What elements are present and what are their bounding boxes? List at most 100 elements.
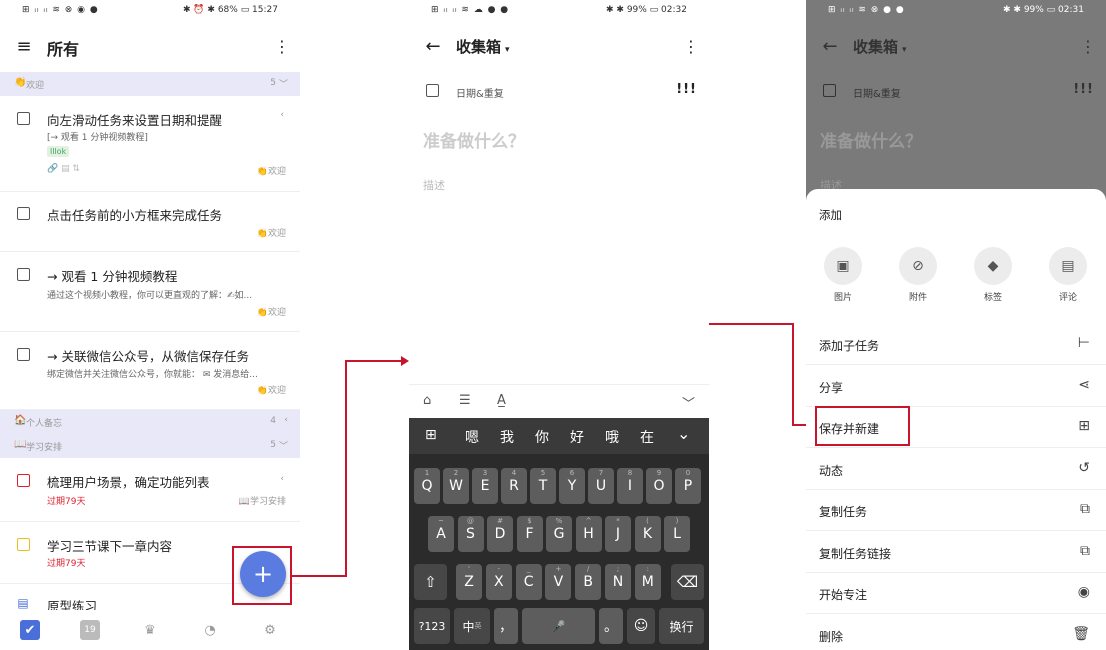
key-alt-label: 8 [627, 469, 633, 477]
key-m[interactable]: :M [634, 564, 661, 600]
key-p[interactable]: 0P [675, 468, 701, 504]
key-y[interactable]: 6Y [559, 468, 585, 504]
key-o[interactable]: 9O [646, 468, 672, 504]
enter-key[interactable]: 换行 [659, 608, 704, 644]
key-i[interactable]: 8I [617, 468, 643, 504]
key-r[interactable]: 4R [501, 468, 527, 504]
hide-keyboard-icon[interactable]: ⌄ [677, 424, 690, 443]
key-b[interactable]: / B [575, 564, 602, 600]
key-l[interactable]: ) L [664, 516, 690, 552]
task-subtitle: [→ 观看 1 分钟视频教程] [47, 133, 148, 143]
menu-item[interactable]: 删除 🗑 [806, 615, 1106, 650]
text-format-icon[interactable]: A̲ [497, 393, 506, 408]
menu-item[interactable]: 添加子任务 ⊢ [806, 324, 1106, 365]
task-checkbox[interactable] [17, 474, 30, 487]
comment-icon[interactable]: ▤ [1049, 247, 1087, 285]
attachment-icon[interactable]: ⊘ [899, 247, 937, 285]
date-repeat-row[interactable]: 日期&重复 !!! [409, 78, 709, 104]
tab-settings-icon[interactable]: ⚙ [260, 620, 280, 640]
list-name: 收集箱 [456, 38, 502, 56]
tab-clock-icon[interactable]: ◔ [200, 620, 220, 640]
task-description-input[interactable]: 描述 [423, 177, 445, 193]
key-t[interactable]: 5T [530, 468, 556, 504]
task-row[interactable]: → 观看 1 分钟视频教程 通过这个视频小教程，你可以更直观的了解：✍如... … [0, 252, 300, 332]
key-f[interactable]: $ F [516, 516, 543, 552]
section-header-study-plan[interactable]: 📖 学习安排 5 ﹀ [0, 434, 300, 458]
key-a[interactable]: ~ A [428, 516, 454, 552]
key-w[interactable]: 2W [443, 468, 469, 504]
more-options-icon[interactable]: ⋮ [274, 36, 290, 56]
priority-icon[interactable]: !!! [676, 82, 697, 97]
candidate-word[interactable]: 嗯 [465, 427, 479, 447]
chevron-left-icon: ‹ [284, 415, 288, 425]
keyboard-grid-icon[interactable]: ⊞ [425, 427, 437, 443]
candidate-word[interactable]: 我 [500, 427, 514, 447]
task-title-input[interactable]: 准备做什么？ [423, 127, 525, 152]
candidate-word[interactable]: 在 [640, 427, 654, 447]
key-j[interactable]: * J [605, 516, 631, 552]
shift-key[interactable]: ⇧ [414, 564, 447, 600]
task-checkbox[interactable] [17, 268, 30, 281]
list-format-icon[interactable]: ☰ [459, 393, 471, 408]
tag-icon[interactable]: ◆ [974, 247, 1012, 285]
language-switch-key[interactable]: 中英 [454, 608, 490, 644]
key-u[interactable]: 7U [588, 468, 614, 504]
key-label: U [595, 478, 607, 494]
hamburger-menu-icon[interactable]: ≡ [14, 36, 34, 57]
chevron-down-icon: ﹀ [278, 442, 288, 452]
dimmed-background[interactable]: ⊞ ᵢₗ ᵢₗ ≋ ⊗ ● ● ✱ ✱ 99% ▭ 02:31 ← 收集箱 ▾ ⋮… [806, 0, 1106, 200]
key-x[interactable]: -X [485, 564, 512, 600]
space-key[interactable]: 🎤 [522, 608, 595, 644]
menu-item[interactable]: 分享 ⋖ [806, 366, 1106, 407]
key-k[interactable]: (K [634, 516, 661, 552]
key-h[interactable]: ^ H [575, 516, 602, 552]
candidate-word[interactable]: 你 [535, 427, 549, 447]
key-g[interactable]: % G [546, 516, 572, 552]
task-row[interactable]: 梳理用户场景，确定功能列表 过期79天 ‹ 📖学习安排 [0, 460, 300, 522]
task-row[interactable]: 点击任务前的小方框来完成任务 👏欢迎 [0, 192, 300, 252]
key-v[interactable]: + V [545, 564, 572, 600]
key-q[interactable]: 1Q [414, 468, 440, 504]
task-row[interactable]: → 关联微信公众号，从微信保存任务 绑定微信并关注微信公众号，你就能： ✉ 发消… [0, 332, 300, 410]
tab-tasks-icon[interactable]: ✔ [20, 620, 40, 640]
task-checkbox[interactable] [17, 538, 30, 551]
task-checkbox[interactable] [426, 84, 439, 97]
list-selector[interactable]: 收集箱 ▾ [456, 36, 510, 57]
key-d[interactable]: # D [487, 516, 513, 552]
collapse-toolbar-icon[interactable]: ﹀ [682, 393, 695, 412]
key-e[interactable]: 3E [472, 468, 498, 504]
tab-calendar-icon[interactable]: 19 [80, 620, 100, 640]
task-row[interactable]: 向左滑动任务来设置日期和提醒 [→ 观看 1 分钟视频教程] lllok 🔗 ▤… [0, 96, 300, 192]
menu-item[interactable]: 动态 ↺ [806, 449, 1106, 490]
task-checkbox[interactable] [17, 207, 30, 220]
numeric-mode-key[interactable]: ?123 [414, 608, 450, 644]
back-arrow-icon[interactable]: ← [423, 36, 443, 57]
key-z[interactable]: ' Z [456, 564, 482, 600]
key-c[interactable]: _ C [515, 564, 542, 600]
tab-focus-icon[interactable]: ♛ [140, 620, 160, 640]
date-repeat-label[interactable]: 日期&重复 [456, 85, 504, 100]
menu-item[interactable]: 开始专注 ◉ [806, 573, 1106, 614]
backspace-key[interactable]: ⌫ [671, 564, 704, 600]
connector-line [345, 360, 347, 577]
key-s[interactable]: @ S [457, 516, 484, 552]
period-key[interactable]: 。 [599, 608, 623, 644]
comma-key[interactable]: ， [494, 608, 518, 644]
menu-item[interactable]: 复制任务链接 ⧉ [806, 532, 1106, 573]
task-checkbox[interactable] [17, 348, 30, 361]
more-options-icon[interactable]: ⋮ [683, 36, 699, 56]
section-header-welcome[interactable]: 👏 欢迎 5 ﹀ [0, 72, 300, 96]
emoji-key[interactable]: ☺ [627, 608, 655, 644]
candidate-word[interactable]: 哦 [605, 427, 619, 447]
tag-icon[interactable]: ⌂ [423, 393, 431, 408]
candidate-word[interactable]: 好 [570, 427, 584, 447]
key-n[interactable]: ; N [605, 564, 631, 600]
connector-line [792, 323, 794, 426]
section-header-personal-memo[interactable]: 🏠 个人备忘 4 ‹ [0, 410, 300, 434]
app-bar: ← 收集箱 ▾ ⋮ [806, 22, 1106, 70]
image-icon[interactable]: ▣ [824, 247, 862, 285]
task-checkbox[interactable] [17, 112, 30, 125]
task-meta-icons: 🔗 ▤ ⇅ [47, 164, 80, 174]
key-alt-label: 2 [453, 469, 459, 477]
menu-item[interactable]: 复制任务 ⧉ [806, 490, 1106, 531]
